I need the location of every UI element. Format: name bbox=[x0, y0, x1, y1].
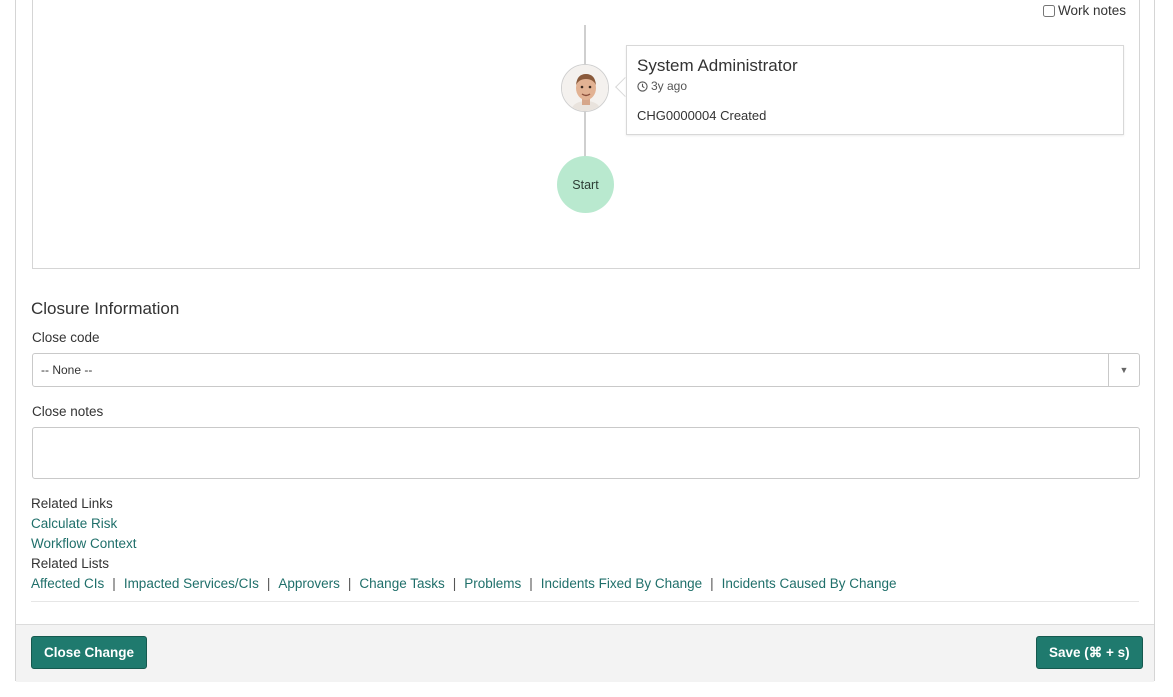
close-code-select[interactable]: -- None -- ▼ bbox=[32, 353, 1140, 387]
work-notes-filter[interactable]: Work notes bbox=[1043, 3, 1126, 18]
close-code-value: -- None -- bbox=[41, 363, 93, 377]
related-list-problems[interactable]: Problems bbox=[464, 576, 521, 591]
work-notes-checkbox[interactable] bbox=[1043, 4, 1055, 17]
calculate-risk-link[interactable]: Calculate Risk bbox=[31, 516, 117, 531]
separator: | bbox=[347, 576, 352, 591]
related-links-heading: Related Links bbox=[31, 496, 113, 511]
separator: | bbox=[112, 576, 116, 591]
related-list-incidents-caused[interactable]: Incidents Caused By Change bbox=[722, 576, 897, 591]
closure-section-title: Closure Information bbox=[31, 299, 180, 318]
user-avatar-icon bbox=[562, 65, 608, 111]
separator: | bbox=[529, 576, 533, 591]
close-change-button[interactable]: Close Change bbox=[31, 636, 148, 669]
divider bbox=[31, 601, 1139, 602]
related-lists-heading: Related Lists bbox=[31, 556, 110, 571]
close-code-label: Close code bbox=[32, 330, 100, 345]
separator: | bbox=[452, 576, 457, 591]
form-footer bbox=[16, 624, 1154, 682]
save-button[interactable]: Save (⌘ + s) bbox=[1036, 636, 1143, 669]
clock-icon bbox=[637, 80, 648, 92]
related-list-affected-cis[interactable]: Affected CIs bbox=[31, 576, 104, 591]
separator: | bbox=[710, 576, 714, 591]
related-list-approvers[interactable]: Approvers bbox=[278, 576, 340, 591]
close-notes-textarea[interactable] bbox=[32, 427, 1140, 479]
related-list-incidents-fixed[interactable]: Incidents Fixed By Change bbox=[541, 576, 702, 591]
related-lists-bar: Affected CIs | Impacted Services/CIs | Appro… bbox=[31, 576, 897, 591]
activity-time-text: 3y ago bbox=[651, 79, 688, 93]
related-list-impacted-services[interactable]: Impacted Services/CIs bbox=[124, 576, 259, 591]
close-notes-label: Close notes bbox=[32, 404, 104, 419]
activity-card: System Administrator 3y ago CHG0000004 C… bbox=[626, 45, 1124, 135]
activity-text: CHG0000004 Created bbox=[637, 108, 767, 123]
dropdown-arrow-icon[interactable]: ▼ bbox=[1108, 354, 1139, 386]
activity-author: System Administrator bbox=[637, 56, 798, 75]
activity-timestamp: 3y ago bbox=[637, 79, 687, 93]
work-notes-label: Work notes bbox=[1058, 3, 1127, 18]
separator: | bbox=[266, 576, 271, 591]
related-list-change-tasks[interactable]: Change Tasks bbox=[359, 576, 444, 591]
workflow-context-link[interactable]: Workflow Context bbox=[31, 536, 137, 551]
timeline-start: Start bbox=[557, 156, 614, 213]
avatar bbox=[561, 64, 609, 112]
